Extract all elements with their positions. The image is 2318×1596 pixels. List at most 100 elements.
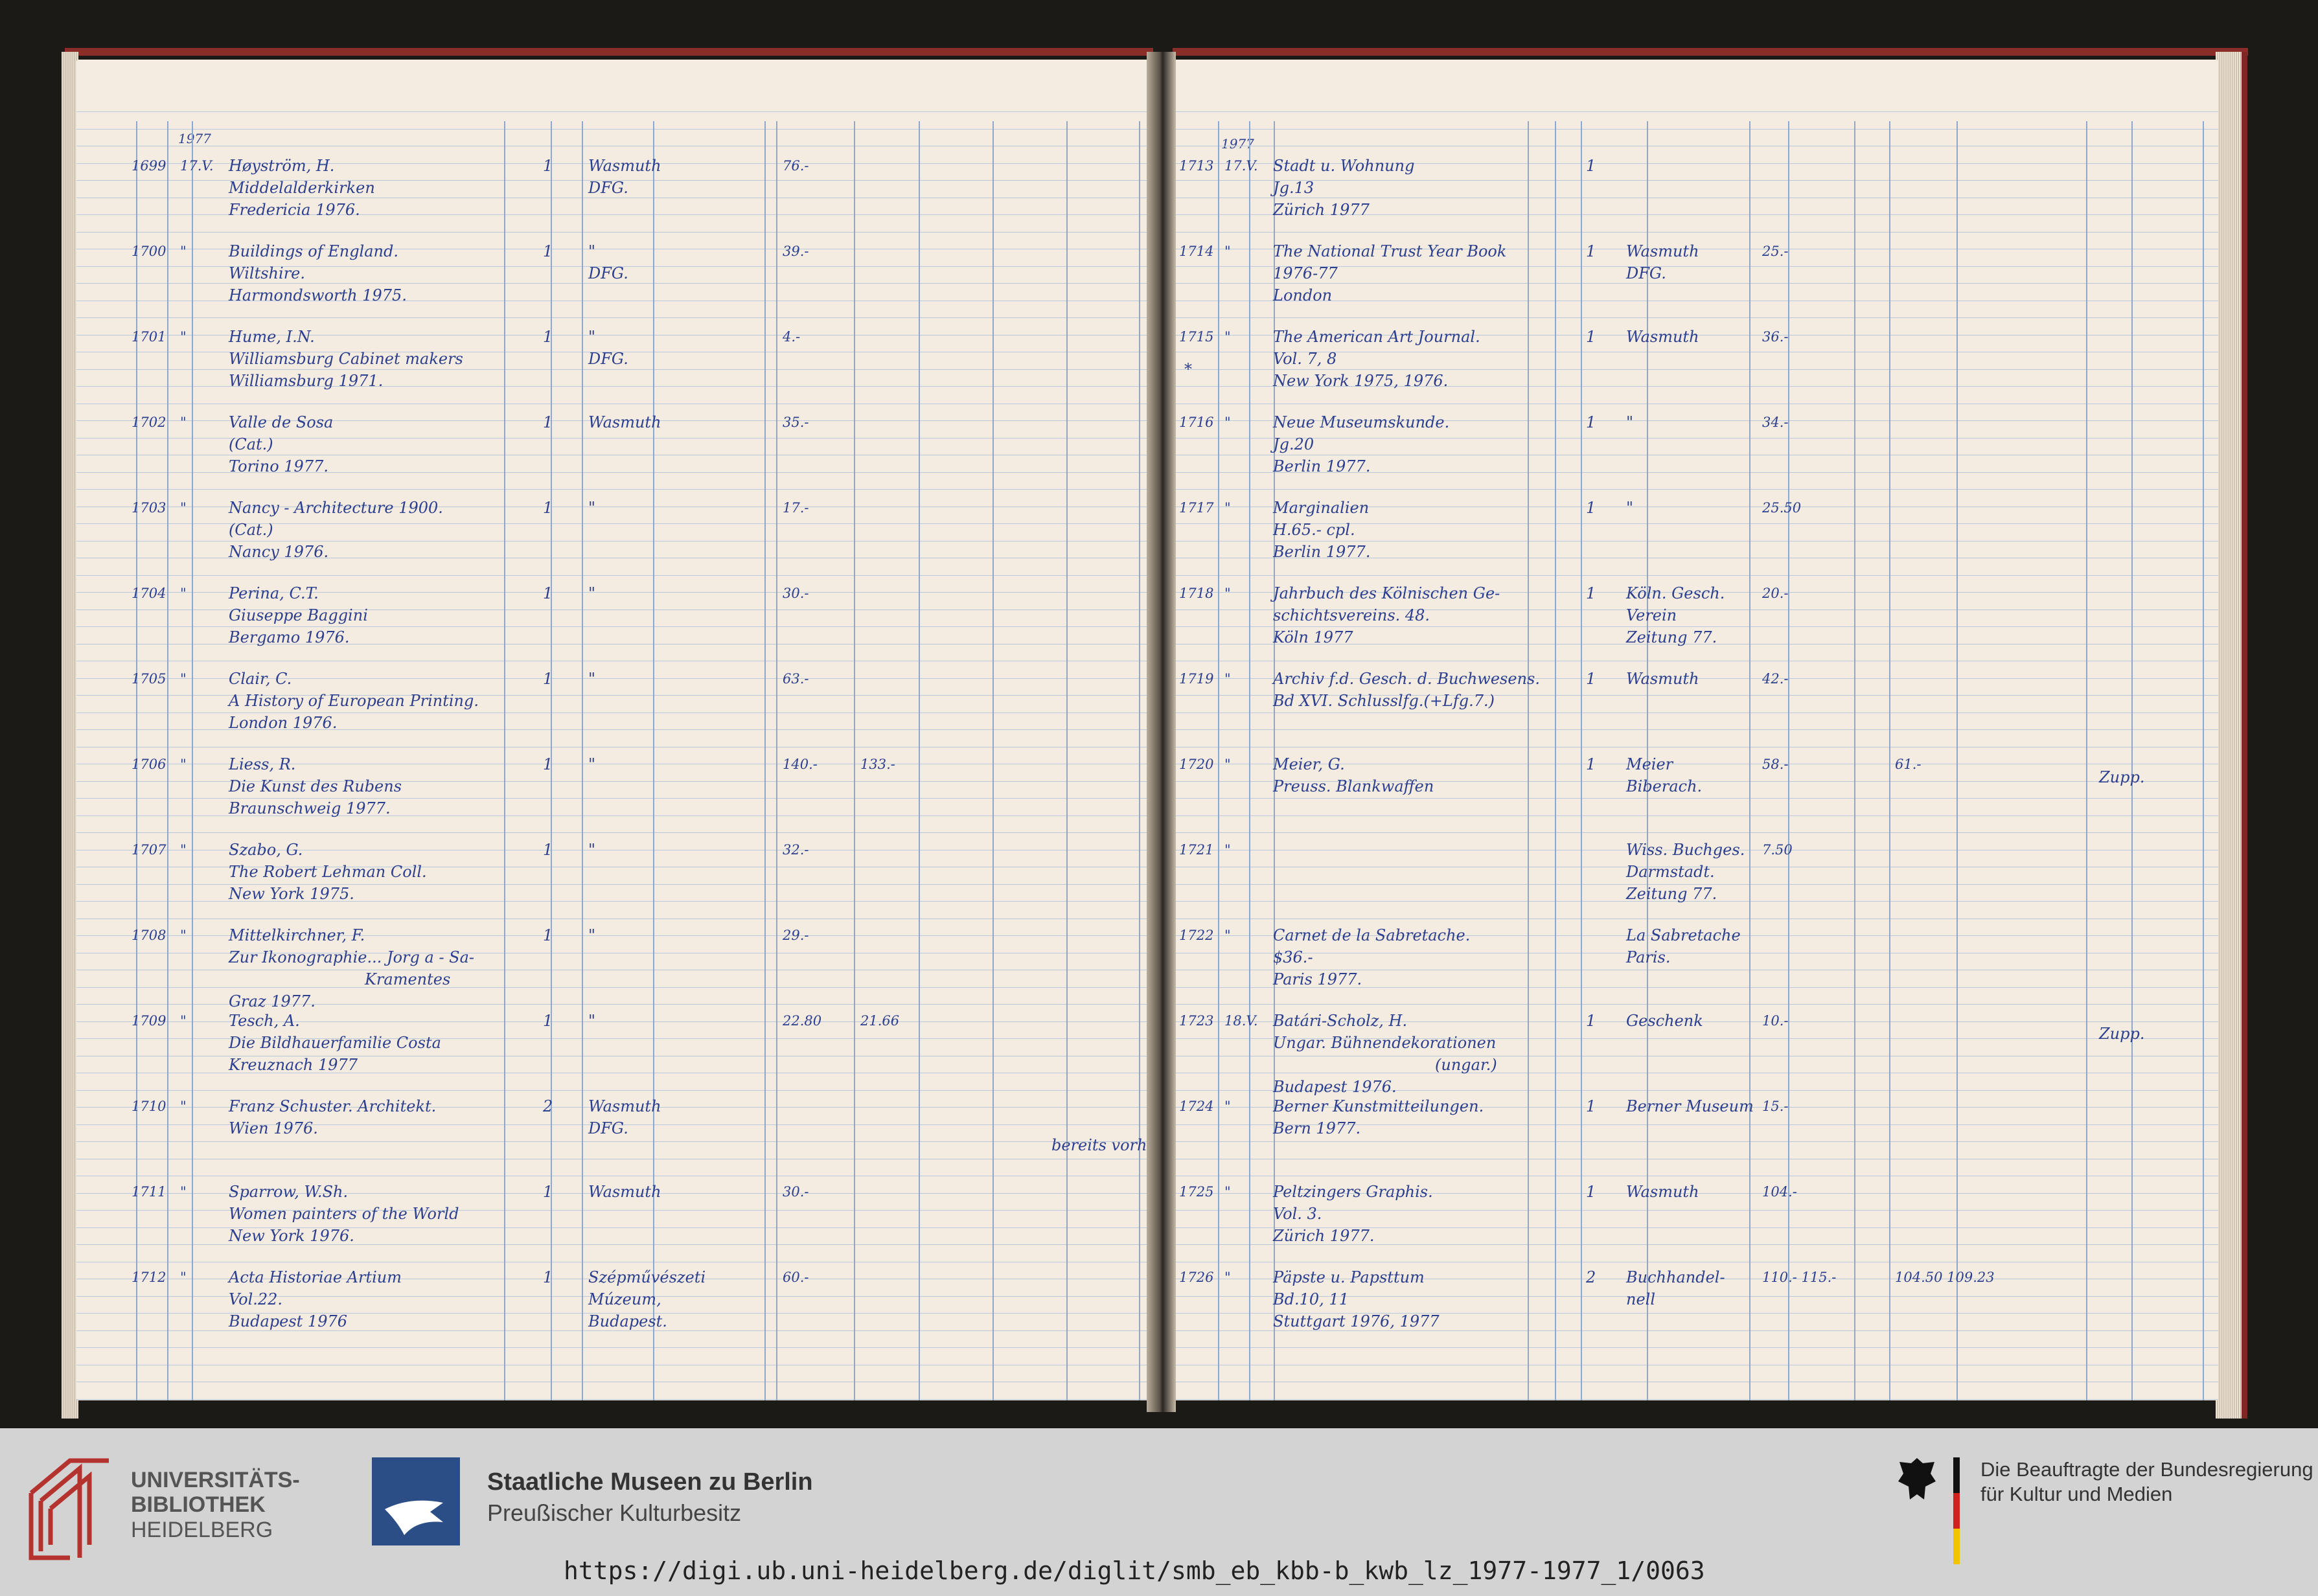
entry-date: 18.V.	[1224, 1013, 1258, 1029]
entry-quantity: 1	[1586, 328, 1596, 346]
entry-number: 1713	[1179, 158, 1214, 174]
entry-dealer: Wasmuth	[588, 1183, 661, 1201]
entry-price: 29.-	[783, 928, 809, 943]
entry-line: Tesch, A.	[229, 1012, 300, 1030]
entry-dealer: "	[588, 755, 596, 773]
entry-dealer: "	[588, 328, 596, 346]
entry-dealer: "	[1626, 413, 1634, 431]
entry-price: 30.-	[783, 586, 809, 601]
entry-number: 1725	[1179, 1184, 1214, 1200]
flag-stripe-red	[1953, 1493, 1960, 1529]
entry-price: 58.-	[1762, 757, 1789, 772]
entry-dealer: Múzeum,	[588, 1290, 661, 1308]
ruled-line	[1166, 317, 2218, 318]
entry-quantity: 1	[543, 499, 553, 517]
entry-quantity: 1	[543, 242, 553, 260]
entry-date: "	[1224, 329, 1231, 345]
column-rule	[1066, 121, 1068, 1400]
ruled-line	[1166, 111, 2218, 112]
entry-dealer: Darmstadt.	[1626, 863, 1715, 881]
entry-line: Die Bildhauerfamilie Costa	[229, 1034, 441, 1052]
entry-line: Williamsburg 1971.	[229, 372, 384, 390]
entry-price: 10.-	[1762, 1013, 1789, 1029]
ub-heidelberg-logo-icon	[29, 1458, 109, 1560]
entry-quantity: 1	[1586, 1097, 1596, 1115]
entry-date: "	[180, 586, 187, 601]
entry-date: "	[1224, 586, 1231, 601]
permalink-url[interactable]: https://digi.ub.uni-heidelberg.de/diglit…	[564, 1556, 1705, 1585]
entry-dealer: Biberach.	[1626, 777, 1703, 795]
entry-quantity: 1	[543, 413, 553, 431]
entry-dealer: La Sabretache	[1626, 926, 1741, 944]
column-rule	[854, 121, 855, 1400]
entry-date: "	[1224, 928, 1231, 943]
column-rule	[2203, 121, 2204, 1400]
entry-line: H.65.- cpl.	[1273, 521, 1355, 539]
entry-number: 1710	[132, 1099, 166, 1114]
entry-price: 20.-	[1762, 586, 1789, 601]
entry-note: Zupp.	[2099, 1025, 2145, 1043]
smb-subtitle: Preußischer Kulturbesitz	[487, 1499, 742, 1526]
entry-dealer: "	[588, 584, 596, 602]
smb-eagle-logo-icon	[372, 1457, 460, 1545]
entry-line: Ungar. Bühnendekorationen	[1273, 1034, 1497, 1052]
entry-note: bereits vorh.	[1051, 1136, 1153, 1154]
entry-number: 1716	[1179, 415, 1214, 430]
entry-line: Bern 1977.	[1273, 1119, 1361, 1137]
entry-number: 1714	[1179, 244, 1214, 259]
entry-line: Jahrbuch des Kölnischen Ge-	[1273, 584, 1500, 602]
entry-quantity: 1	[543, 157, 553, 175]
entry-dealer: "	[588, 670, 596, 688]
entry-date: "	[1224, 757, 1231, 772]
page-stack-right	[2216, 52, 2242, 1419]
column-rule	[1957, 121, 1958, 1400]
entry-dealer: Buchhandel-	[1626, 1268, 1725, 1286]
entry-line: Bd XVI. Schlusslfg.(+Lfg.7.)	[1273, 692, 1495, 710]
entry-line: New York 1975.	[229, 885, 354, 903]
entry-line: Bd.10, 11	[1273, 1290, 1349, 1308]
entry-line: London	[1273, 286, 1333, 304]
entry-line: New York 1976.	[229, 1227, 354, 1245]
entry-line: Zur Ikonographie... Jorg a - Sa-	[229, 948, 475, 966]
entry-dealer: DFG.	[588, 1119, 628, 1137]
entry-date: "	[180, 500, 187, 516]
entry-dealer: Wasmuth	[588, 413, 661, 431]
column-rule	[653, 121, 654, 1400]
entry-line: Marginalien	[1273, 499, 1370, 517]
entry-line: Graz 1977.	[229, 992, 316, 1010]
column-rule	[2131, 121, 2133, 1400]
entry-number: 1712	[132, 1270, 166, 1285]
entry-dealer: Wasmuth	[1626, 670, 1699, 688]
entry-dealer: "	[588, 499, 596, 517]
entry-quantity: 2	[543, 1097, 553, 1115]
entry-line: Clair, C.	[229, 670, 292, 688]
entry-price: 15.-	[1762, 1099, 1789, 1114]
entry-line: Franz Schuster. Architekt.	[229, 1097, 437, 1115]
entry-price: 42.-	[1762, 671, 1789, 687]
ruled-line	[1166, 180, 2218, 181]
entry-line: Neue Museumskunde.	[1273, 413, 1450, 431]
column-rule	[1749, 121, 1750, 1400]
entry-date: "	[180, 842, 187, 858]
cover-edge-left	[65, 48, 1153, 56]
column-rule	[2086, 121, 2087, 1400]
ruled-line	[1166, 489, 2218, 490]
entry-line: Jg.13	[1273, 179, 1314, 197]
entry-dealer: Zeitung 77.	[1626, 885, 1717, 903]
entry-price: 7.50	[1762, 842, 1793, 858]
column-rule	[1581, 121, 1582, 1400]
entry-dealer: Wasmuth	[588, 1097, 661, 1115]
entry-date: "	[1224, 842, 1231, 858]
entry-line: Liess, R.	[229, 755, 296, 773]
entry-dealer: "	[1626, 499, 1634, 517]
entry-dealer: Budapest.	[588, 1312, 667, 1330]
entry-price: 39.-	[783, 244, 809, 259]
flag-stripe-gold	[1953, 1529, 1960, 1564]
entry-price: 30.-	[783, 1184, 809, 1200]
entry-line: Torino 1977.	[229, 457, 328, 475]
entry-price: 17.-	[783, 500, 809, 516]
entry-dealer: DFG.	[588, 350, 628, 368]
entry-line: $36.-	[1273, 948, 1313, 966]
entry-dealer: DFG.	[588, 264, 628, 282]
entry-line: Harmondsworth 1975.	[229, 286, 407, 304]
